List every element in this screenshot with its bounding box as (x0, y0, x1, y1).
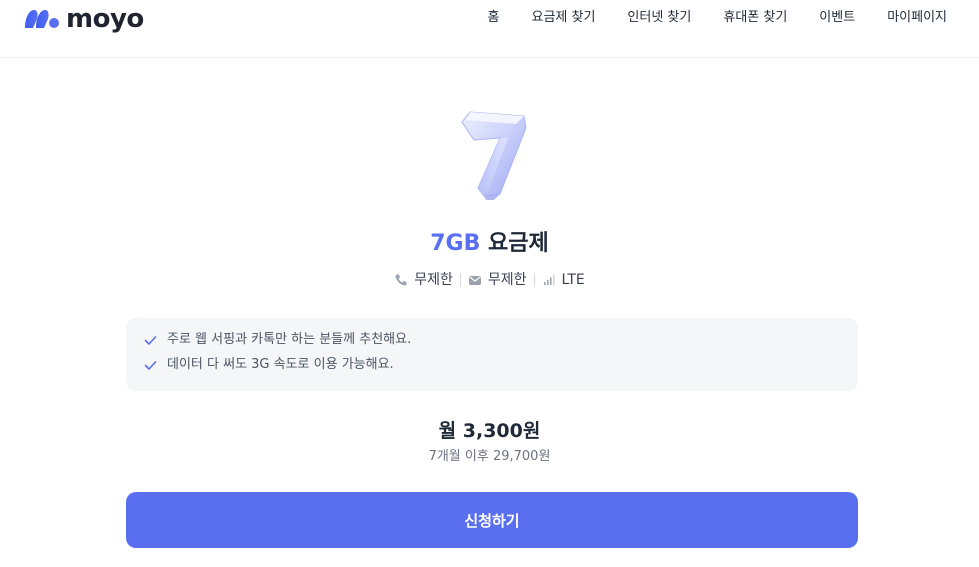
message-icon (468, 276, 481, 285)
plan-title: 7GB 요금제 (0, 229, 979, 259)
check-icon (144, 360, 157, 370)
info-item-text: 주로 웹 서핑과 카톡만 하는 분들께 추천해요. (167, 332, 412, 347)
info-item: 데이터 다 써도 3G 속도로 이용 가능해요. (144, 355, 840, 375)
apply-button[interactable]: 신청하기 (126, 492, 858, 548)
plan-info-box: 주로 웹 서핑과 카톡만 하는 분들께 추천해요. 데이터 다 써도 3G 속도… (126, 318, 858, 391)
nav-events[interactable]: 이벤트 (819, 9, 855, 27)
check-icon (144, 335, 157, 345)
spec-network-label: LTE (561, 272, 585, 288)
spec-voice-label: 무제한 (414, 272, 453, 288)
price-after-promo: 7개월 이후 29,700원 (428, 449, 551, 464)
signal-icon (543, 275, 555, 285)
plan-specs: 무제한 무제한 LTE (0, 269, 979, 291)
spec-voice: 무제한 (387, 269, 460, 291)
spec-message-label: 무제한 (487, 272, 527, 288)
info-item: 주로 웹 서핑과 카톡만 하는 분들께 추천해요. (144, 330, 840, 350)
moyo-logo[interactable]: moyo (22, 4, 144, 34)
info-item-text: 데이터 다 써도 3G 속도로 이용 가능해요. (167, 357, 394, 372)
nav-my-page[interactable]: 마이페이지 (887, 9, 947, 27)
nav-find-internet[interactable]: 인터넷 찾기 (627, 9, 691, 27)
nav-find-plan[interactable]: 요금제 찾기 (531, 9, 595, 27)
plan-title-suffix: 요금제 (480, 231, 549, 256)
nav-find-phone[interactable]: 휴대폰 찾기 (723, 9, 787, 27)
main-nav: 홈 요금제 찾기 인터넷 찾기 휴대폰 찾기 이벤트 마이페이지 (488, 9, 947, 27)
monthly-price: 월 3,300원 (438, 420, 541, 442)
moyo-logo-icon (25, 10, 59, 28)
number-7-3d-icon (461, 111, 527, 200)
logo-text: moyo (66, 4, 144, 34)
plan-data-amount: 7GB (430, 231, 481, 256)
phone-icon (395, 274, 407, 286)
nav-home[interactable]: 홈 (488, 9, 500, 27)
spec-network: LTE (535, 269, 592, 291)
top-header: moyo 홈 요금제 찾기 인터넷 찾기 휴대폰 찾기 이벤트 마이페이지 (0, 0, 979, 58)
spec-message: 무제한 (461, 269, 534, 291)
